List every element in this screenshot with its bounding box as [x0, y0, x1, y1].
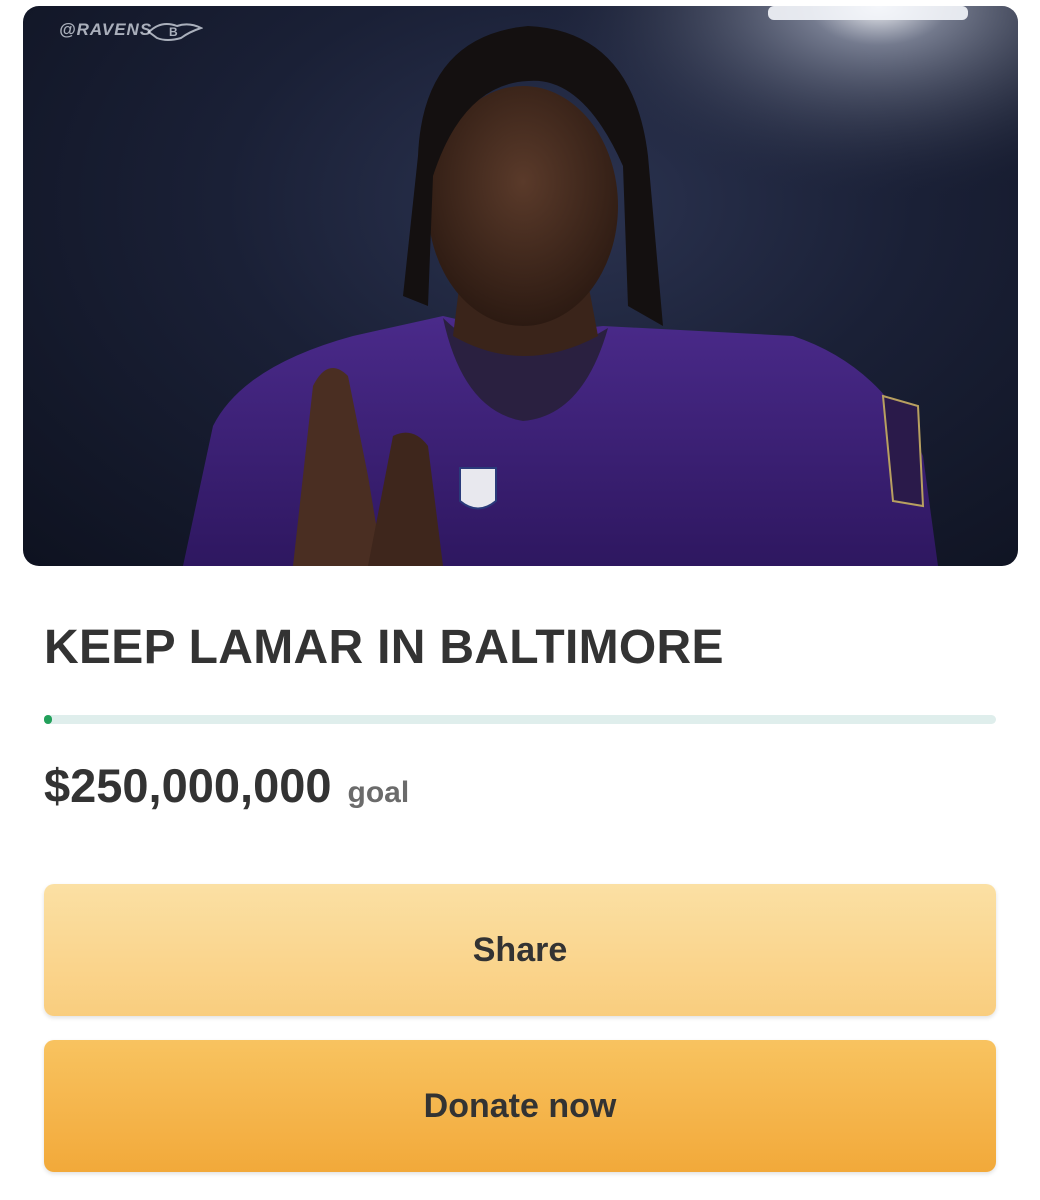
fundraiser-page: @RAVENS B KEEP LAMAR IN BALTIMORE $250,0… [0, 0, 1040, 1200]
goal-amount: $250,000,000 [44, 759, 332, 812]
ravens-logo-icon: B [147, 23, 203, 41]
hero-image: @RAVENS B [23, 6, 1018, 566]
progress-fill [44, 715, 52, 724]
share-button[interactable]: Share [44, 884, 996, 1016]
donate-now-button[interactable]: Donate now [44, 1040, 996, 1172]
progress-bar [44, 715, 996, 724]
ravens-watermark: @RAVENS [59, 20, 153, 39]
goal-row: $250,000,000 goal [44, 758, 409, 813]
goal-label: goal [347, 776, 410, 809]
player-photo [23, 6, 1018, 566]
svg-text:B: B [169, 25, 178, 39]
fundraiser-title: KEEP LAMAR IN BALTIMORE [44, 621, 724, 674]
